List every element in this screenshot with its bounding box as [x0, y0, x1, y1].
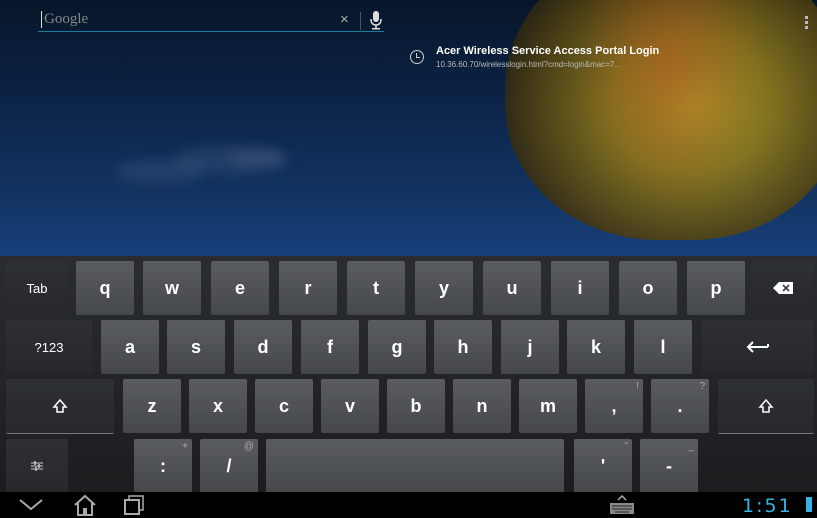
clear-icon[interactable]: ×: [340, 11, 349, 28]
battery-icon: [806, 497, 812, 512]
key-e[interactable]: e: [211, 261, 269, 315]
suggestion-item[interactable]: Acer Wireless Service Access Portal Logi…: [410, 44, 670, 74]
key-hint: _: [688, 441, 694, 452]
search-underline: [38, 31, 384, 32]
enter-icon: [746, 341, 769, 353]
key-v[interactable]: v: [321, 379, 379, 433]
key-period[interactable]: . ?: [651, 379, 709, 433]
shift-icon: [52, 398, 68, 413]
home-icon[interactable]: [72, 493, 98, 517]
navigation-bar: 1:51: [0, 492, 817, 518]
key-w[interactable]: w: [143, 261, 201, 315]
back-icon[interactable]: [18, 498, 44, 512]
suggestion-title: Acer Wireless Service Access Portal Logi…: [436, 45, 660, 57]
key-label: :: [160, 455, 166, 476]
key-h[interactable]: h: [434, 320, 492, 374]
backspace-key[interactable]: [752, 261, 814, 315]
key-u[interactable]: u: [483, 261, 541, 315]
key-label: .: [677, 395, 683, 416]
key-b[interactable]: b: [387, 379, 445, 433]
key-j[interactable]: j: [501, 320, 559, 374]
key-z[interactable]: z: [123, 379, 181, 433]
key-d[interactable]: d: [234, 320, 292, 374]
key-tab[interactable]: Tab: [6, 261, 68, 315]
key-y[interactable]: y: [415, 261, 473, 315]
shift-icon: [758, 398, 774, 413]
shift-key-right[interactable]: [718, 379, 814, 434]
settings-key[interactable]: [6, 439, 68, 493]
backspace-icon: [773, 282, 793, 294]
key-k[interactable]: k: [567, 320, 625, 374]
key-o[interactable]: o: [619, 261, 677, 315]
key-comma[interactable]: , !: [585, 379, 643, 433]
key-n[interactable]: n: [453, 379, 511, 433]
clock: 1:51: [742, 495, 793, 517]
key-l[interactable]: l: [634, 320, 692, 374]
key-x[interactable]: x: [189, 379, 247, 433]
text-cursor: [41, 11, 42, 28]
key-hint: ": [624, 441, 628, 452]
keyboard-icon[interactable]: [609, 495, 635, 515]
key-label: -: [666, 455, 672, 476]
key-label: /: [226, 455, 232, 476]
search-bar[interactable]: Google ×: [38, 8, 384, 32]
mic-icon[interactable]: [369, 10, 383, 30]
recent-apps-icon[interactable]: [123, 494, 145, 516]
key-hint: @: [243, 441, 254, 452]
key-p[interactable]: p: [687, 261, 745, 315]
key-slash[interactable]: / @: [200, 439, 258, 493]
key-dash[interactable]: - _: [640, 439, 698, 493]
key-c[interactable]: c: [255, 379, 313, 433]
soft-keyboard: Tab q w e r t y u i o p ?123 a s d f g h…: [0, 256, 817, 493]
history-icon: [410, 50, 424, 64]
key-hint: ?: [699, 381, 705, 392]
key-i[interactable]: i: [551, 261, 609, 315]
key-g[interactable]: g: [368, 320, 426, 374]
wallpaper: [0, 0, 817, 256]
key-hint: +: [182, 441, 188, 452]
key-symbols[interactable]: ?123: [6, 320, 92, 374]
divider: [360, 12, 361, 30]
key-m[interactable]: m: [519, 379, 577, 433]
key-apostrophe[interactable]: ' ": [574, 439, 632, 493]
menu-icon[interactable]: [805, 16, 809, 30]
shift-key-left[interactable]: [6, 379, 114, 434]
key-label: ,: [611, 395, 617, 416]
search-input[interactable]: Google: [44, 11, 88, 28]
key-q[interactable]: q: [76, 261, 134, 315]
suggestion-url: 10.36.60.70/wirelesslogin.html?cmd=login…: [436, 60, 621, 69]
settings-icon: [31, 461, 43, 471]
key-colon[interactable]: : +: [134, 439, 192, 493]
key-r[interactable]: r: [279, 261, 337, 315]
key-hint: !: [636, 381, 639, 392]
key-s[interactable]: s: [167, 320, 225, 374]
key-t[interactable]: t: [347, 261, 405, 315]
space-key[interactable]: [266, 439, 564, 493]
key-label: ': [600, 455, 606, 476]
key-a[interactable]: a: [101, 320, 159, 374]
key-f[interactable]: f: [301, 320, 359, 374]
enter-key[interactable]: [702, 320, 814, 374]
